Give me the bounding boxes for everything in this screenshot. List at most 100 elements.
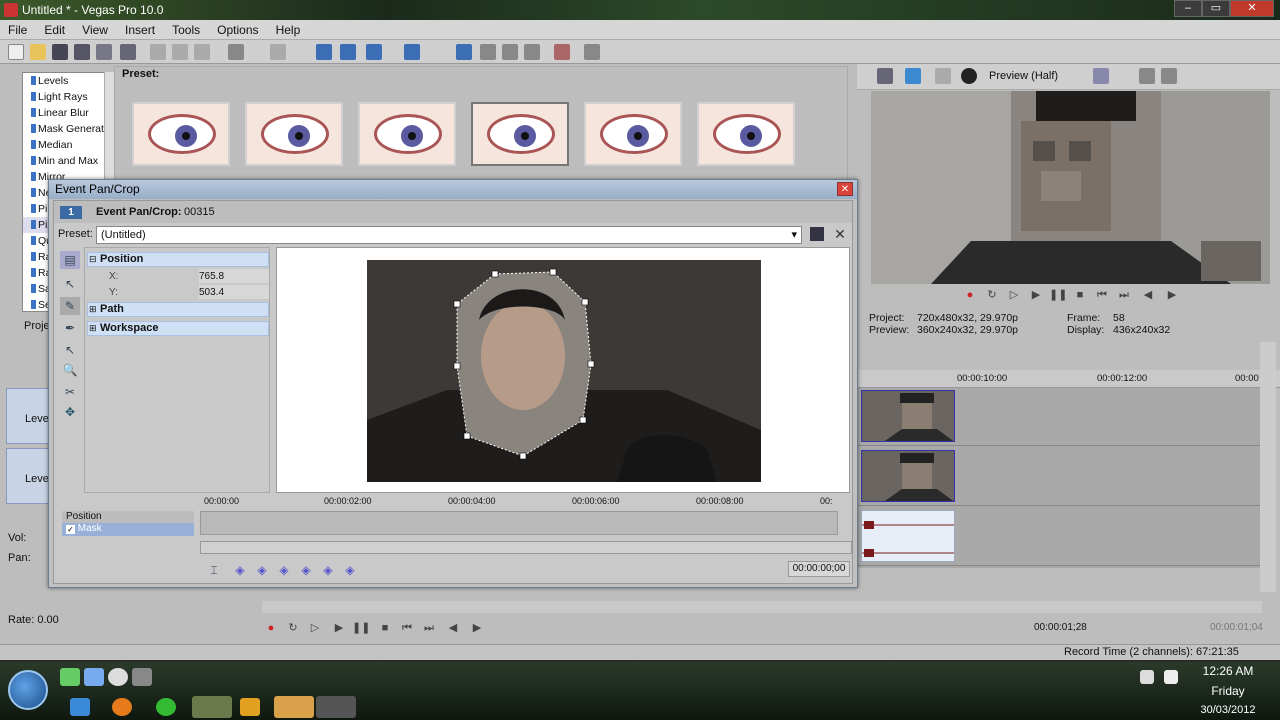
save-snapshot-icon[interactable] <box>1161 68 1177 84</box>
vegas-task-button[interactable] <box>316 696 356 718</box>
play-from-start-icon[interactable]: ▷ <box>306 619 324 637</box>
system-clock[interactable]: 12:26 AM Friday 30/03/2012 <box>1188 664 1268 716</box>
go-to-end-icon[interactable]: ⏭ <box>420 619 438 637</box>
delete-preset-icon[interactable]: ✕ <box>832 226 848 242</box>
timeline-horizontal-scrollbar[interactable] <box>262 601 1262 613</box>
save-preset-icon[interactable] <box>810 227 824 241</box>
video-clip[interactable] <box>861 390 955 442</box>
video-clip[interactable] <box>861 450 955 502</box>
zoom-tool-icon[interactable] <box>524 44 540 60</box>
minimize-button[interactable]: – <box>1174 0 1202 17</box>
properties-icon[interactable] <box>120 44 136 60</box>
previous-frame-icon[interactable]: ◀ <box>444 619 462 637</box>
menu-edit[interactable]: Edit <box>36 20 71 37</box>
envelope-tool-icon[interactable] <box>480 44 496 60</box>
split-screen-icon[interactable] <box>961 68 977 84</box>
play-icon[interactable]: ▶ <box>1027 286 1045 304</box>
quicklaunch-icon[interactable] <box>60 668 80 686</box>
preset-thumbnail[interactable] <box>132 102 230 166</box>
tray-icon[interactable] <box>1140 670 1154 684</box>
timeline-ruler[interactable]: 00:00:10:00 00:00:12:00 00:00 <box>857 370 1280 388</box>
fx-item[interactable]: Median <box>23 137 113 153</box>
fx-item[interactable]: Mask Generator <box>23 121 113 137</box>
firefox-icon[interactable] <box>112 698 132 716</box>
zoom-icon[interactable]: 🔍 <box>60 361 80 379</box>
undo-icon[interactable] <box>228 44 244 60</box>
timeline-vertical-scrollbar[interactable] <box>1260 342 1276 592</box>
record-icon[interactable]: ● <box>262 619 280 637</box>
network-icon[interactable] <box>1164 670 1178 684</box>
lock-envelopes-icon[interactable] <box>404 44 420 60</box>
maximize-button[interactable]: ▭ <box>1202 0 1230 17</box>
preview-quality-dropdown[interactable]: Preview (Half) <box>989 70 1058 82</box>
close-button[interactable]: ✕ <box>1230 0 1274 17</box>
previous-keyframe-icon[interactable]: ◈ <box>252 561 272 579</box>
preset-thumbnail[interactable] <box>584 102 682 166</box>
stop-icon[interactable]: ■ <box>376 619 394 637</box>
ripple-edit-icon[interactable] <box>366 44 382 60</box>
quicklaunch-icon[interactable] <box>132 668 152 686</box>
fx-item[interactable]: Min and Max <box>23 153 113 169</box>
selection-length-time[interactable]: 00:00:01;04 <box>1210 622 1272 636</box>
kf-position-label[interactable]: Position <box>62 511 194 523</box>
fx-icon[interactable] <box>554 44 570 60</box>
show-properties-icon[interactable]: ▤ <box>60 251 80 269</box>
cursor-time[interactable]: 00:00:01;28 <box>1034 622 1096 636</box>
normal-edit-tool-icon[interactable] <box>456 44 472 60</box>
internet-explorer-icon[interactable] <box>70 698 90 716</box>
menu-insert[interactable]: Insert <box>117 20 161 37</box>
next-frame-icon[interactable]: ▶ <box>1163 286 1181 304</box>
pan-crop-canvas[interactable] <box>276 247 850 493</box>
snapping-icon[interactable] <box>316 44 332 60</box>
track-header-1[interactable]: Leve <box>6 388 50 444</box>
redo-icon[interactable] <box>270 44 286 60</box>
fx-item[interactable]: Light Rays <box>23 89 113 105</box>
go-to-end-icon[interactable]: ⏭ <box>1115 286 1133 304</box>
move-icon[interactable]: ✥ <box>60 403 80 421</box>
menu-options[interactable]: Options <box>209 20 264 37</box>
menu-help[interactable]: Help <box>268 20 307 37</box>
external-monitor-icon[interactable] <box>905 68 921 84</box>
paste-icon[interactable] <box>194 44 210 60</box>
workspace-section[interactable]: Workspace <box>87 321 269 336</box>
new-file-icon[interactable] <box>8 44 24 60</box>
chrome-icon[interactable] <box>156 698 176 716</box>
add-keyframe-icon[interactable]: ◈ <box>274 561 294 579</box>
fx-preview-icon[interactable] <box>935 68 951 84</box>
overlays-icon[interactable] <box>1093 68 1109 84</box>
menu-tools[interactable]: Tools <box>164 20 206 37</box>
play-from-start-icon[interactable]: ▷ <box>1005 286 1023 304</box>
track-header-2[interactable]: Leve <box>6 448 50 504</box>
menu-view[interactable]: View <box>74 20 114 37</box>
play-icon[interactable]: ▶ <box>330 619 348 637</box>
preset-thumbnail[interactable] <box>697 102 795 166</box>
stop-icon[interactable]: ■ <box>1071 286 1089 304</box>
position-section[interactable]: Position <box>87 252 269 267</box>
first-keyframe-icon[interactable]: ◈ <box>230 561 250 579</box>
dialog-close-button[interactable]: ✕ <box>837 182 853 196</box>
path-section[interactable]: Path <box>87 302 269 317</box>
cut-icon[interactable] <box>150 44 166 60</box>
preview-properties-icon[interactable] <box>877 68 893 84</box>
start-button[interactable] <box>8 670 48 710</box>
go-to-start-icon[interactable]: ⏮ <box>398 619 416 637</box>
keyframe-track[interactable] <box>200 511 838 535</box>
project-media-tab[interactable]: Proje <box>24 320 50 332</box>
sync-cursor-icon[interactable]: ⌶ <box>204 561 224 579</box>
fx-item[interactable]: Linear Blur <box>23 105 113 121</box>
copy-icon[interactable] <box>172 44 188 60</box>
keyframe-scrollbar[interactable] <box>200 541 852 554</box>
normal-edit-icon[interactable]: ↖ <box>60 275 80 293</box>
video-track-1[interactable] <box>857 388 1260 446</box>
pause-icon[interactable]: ❚❚ <box>352 619 370 637</box>
go-to-start-icon[interactable]: ⏮ <box>1093 286 1111 304</box>
pause-icon[interactable]: ❚❚ <box>1049 286 1067 304</box>
save-icon[interactable] <box>52 44 68 60</box>
anchor-deletion-icon[interactable]: ✂ <box>60 383 80 401</box>
explorer-task-button[interactable] <box>192 696 232 718</box>
kf-mask-row[interactable]: ✓ Mask <box>62 523 194 536</box>
loop-icon[interactable]: ↻ <box>983 286 1001 304</box>
fx-item[interactable]: Levels <box>23 73 113 89</box>
open-folder-icon[interactable] <box>30 44 46 60</box>
anchor-creation-icon[interactable]: ✎ <box>60 297 80 315</box>
